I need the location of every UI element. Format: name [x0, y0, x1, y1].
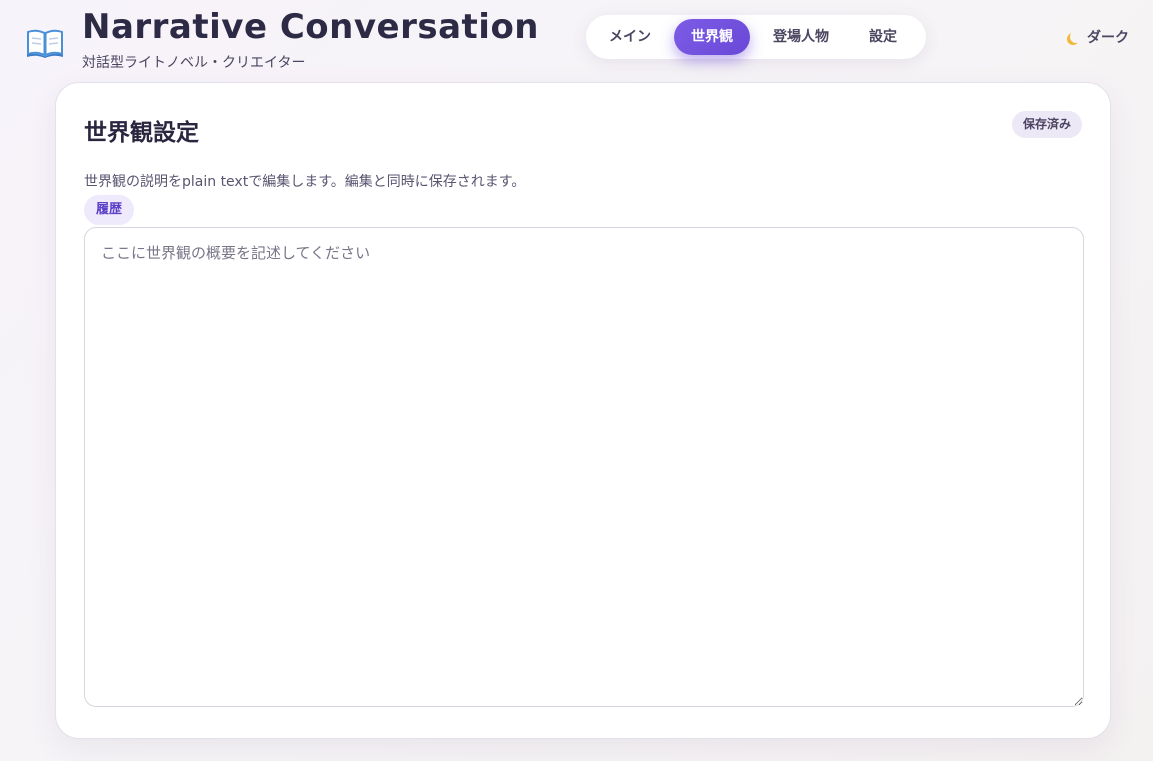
- status-badge: 保存済み: [1011, 111, 1082, 138]
- panel-title: 世界観設定: [84, 120, 199, 146]
- world-description-textarea[interactable]: [84, 227, 1084, 707]
- tab-settings[interactable]: 設定: [852, 19, 914, 55]
- dark-mode-toggle[interactable]: ダーク: [1067, 27, 1129, 47]
- moon-icon: [1070, 31, 1082, 43]
- tab-characters[interactable]: 登場人物: [756, 19, 846, 55]
- brand: Narrative Conversation 対話型ライトノベル・クリエイター: [26, 8, 539, 72]
- brand-text: Narrative Conversation 対話型ライトノベル・クリエイター: [82, 8, 539, 72]
- tab-main[interactable]: メイン: [592, 19, 668, 55]
- history-button[interactable]: 履歴: [84, 195, 135, 225]
- app-title: Narrative Conversation: [82, 7, 540, 47]
- dark-mode-label: ダーク: [1087, 30, 1129, 46]
- open-book-icon: [26, 28, 64, 58]
- world-settings-panel: 世界観設定 保存済み 世界観の説明をplain textで編集します。編集と同時…: [55, 82, 1111, 739]
- app-header: Narrative Conversation 対話型ライトノベル・クリエイター …: [0, 0, 1153, 80]
- app-subtitle: 対話型ライトノベル・クリエイター: [82, 55, 306, 71]
- tab-world[interactable]: 世界観: [674, 19, 750, 55]
- main-tabs: メイン 世界観 登場人物 設定: [586, 15, 926, 59]
- panel-description: 世界観の説明をplain textで編集します。編集と同時に保存されます。: [84, 174, 526, 190]
